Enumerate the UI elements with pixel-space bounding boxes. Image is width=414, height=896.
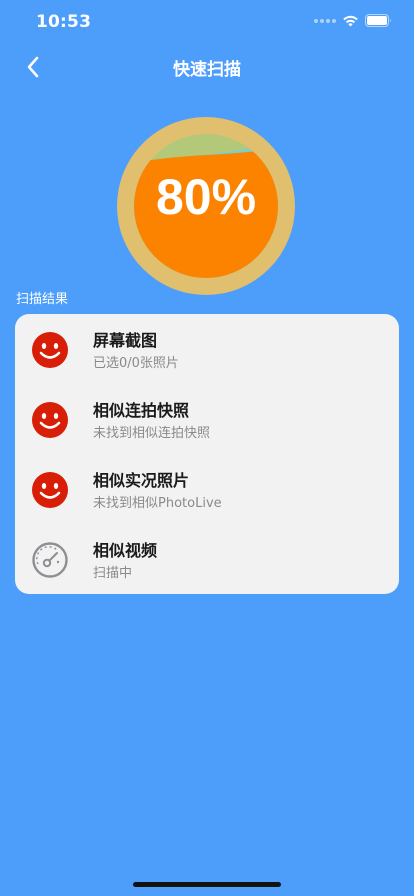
- status-time: 10:53: [36, 12, 92, 32]
- row-status: 未找到相似连拍快照: [93, 426, 211, 441]
- wifi-icon: [343, 15, 358, 27]
- speedometer-icon: [32, 542, 68, 578]
- status-icons: [314, 14, 392, 27]
- nav-bar: 快速扫描: [0, 44, 414, 88]
- scan-progress-gauge: 80%: [117, 117, 295, 295]
- result-row-burst-photos[interactable]: 相似连拍快照 未找到相似连拍快照: [15, 384, 399, 454]
- row-title: 相似视频: [93, 541, 158, 560]
- result-row-screenshots[interactable]: 屏幕截图 已选0/0张照片: [15, 314, 399, 384]
- smiley-icon: [32, 472, 68, 508]
- cellular-signal-icon: [314, 18, 336, 23]
- section-title: 扫描结果: [16, 292, 69, 307]
- row-title: 相似实况照片: [93, 471, 190, 490]
- smiley-icon: [32, 332, 68, 368]
- battery-icon: [365, 14, 391, 27]
- page-title: 快速扫描: [173, 60, 241, 80]
- progress-percent: 80%: [155, 169, 257, 225]
- row-status: 未找到相似PhotoLive: [93, 496, 222, 511]
- smiley-icon: [32, 402, 68, 438]
- result-row-videos[interactable]: 相似视频 扫描中: [15, 524, 399, 594]
- home-indicator: [133, 882, 281, 887]
- results-card: 屏幕截图 已选0/0张照片 相似连拍快照 未找到相似连拍快照 相似实况照片 未找…: [15, 314, 399, 594]
- result-row-live-photos[interactable]: 相似实况照片 未找到相似PhotoLive: [15, 454, 399, 524]
- row-title: 相似连拍快照: [93, 401, 190, 420]
- status-bar: 10:53: [0, 0, 414, 44]
- row-status: 已选0/0张照片: [93, 356, 179, 371]
- row-title: 屏幕截图: [93, 331, 158, 350]
- row-status: 扫描中: [93, 566, 133, 581]
